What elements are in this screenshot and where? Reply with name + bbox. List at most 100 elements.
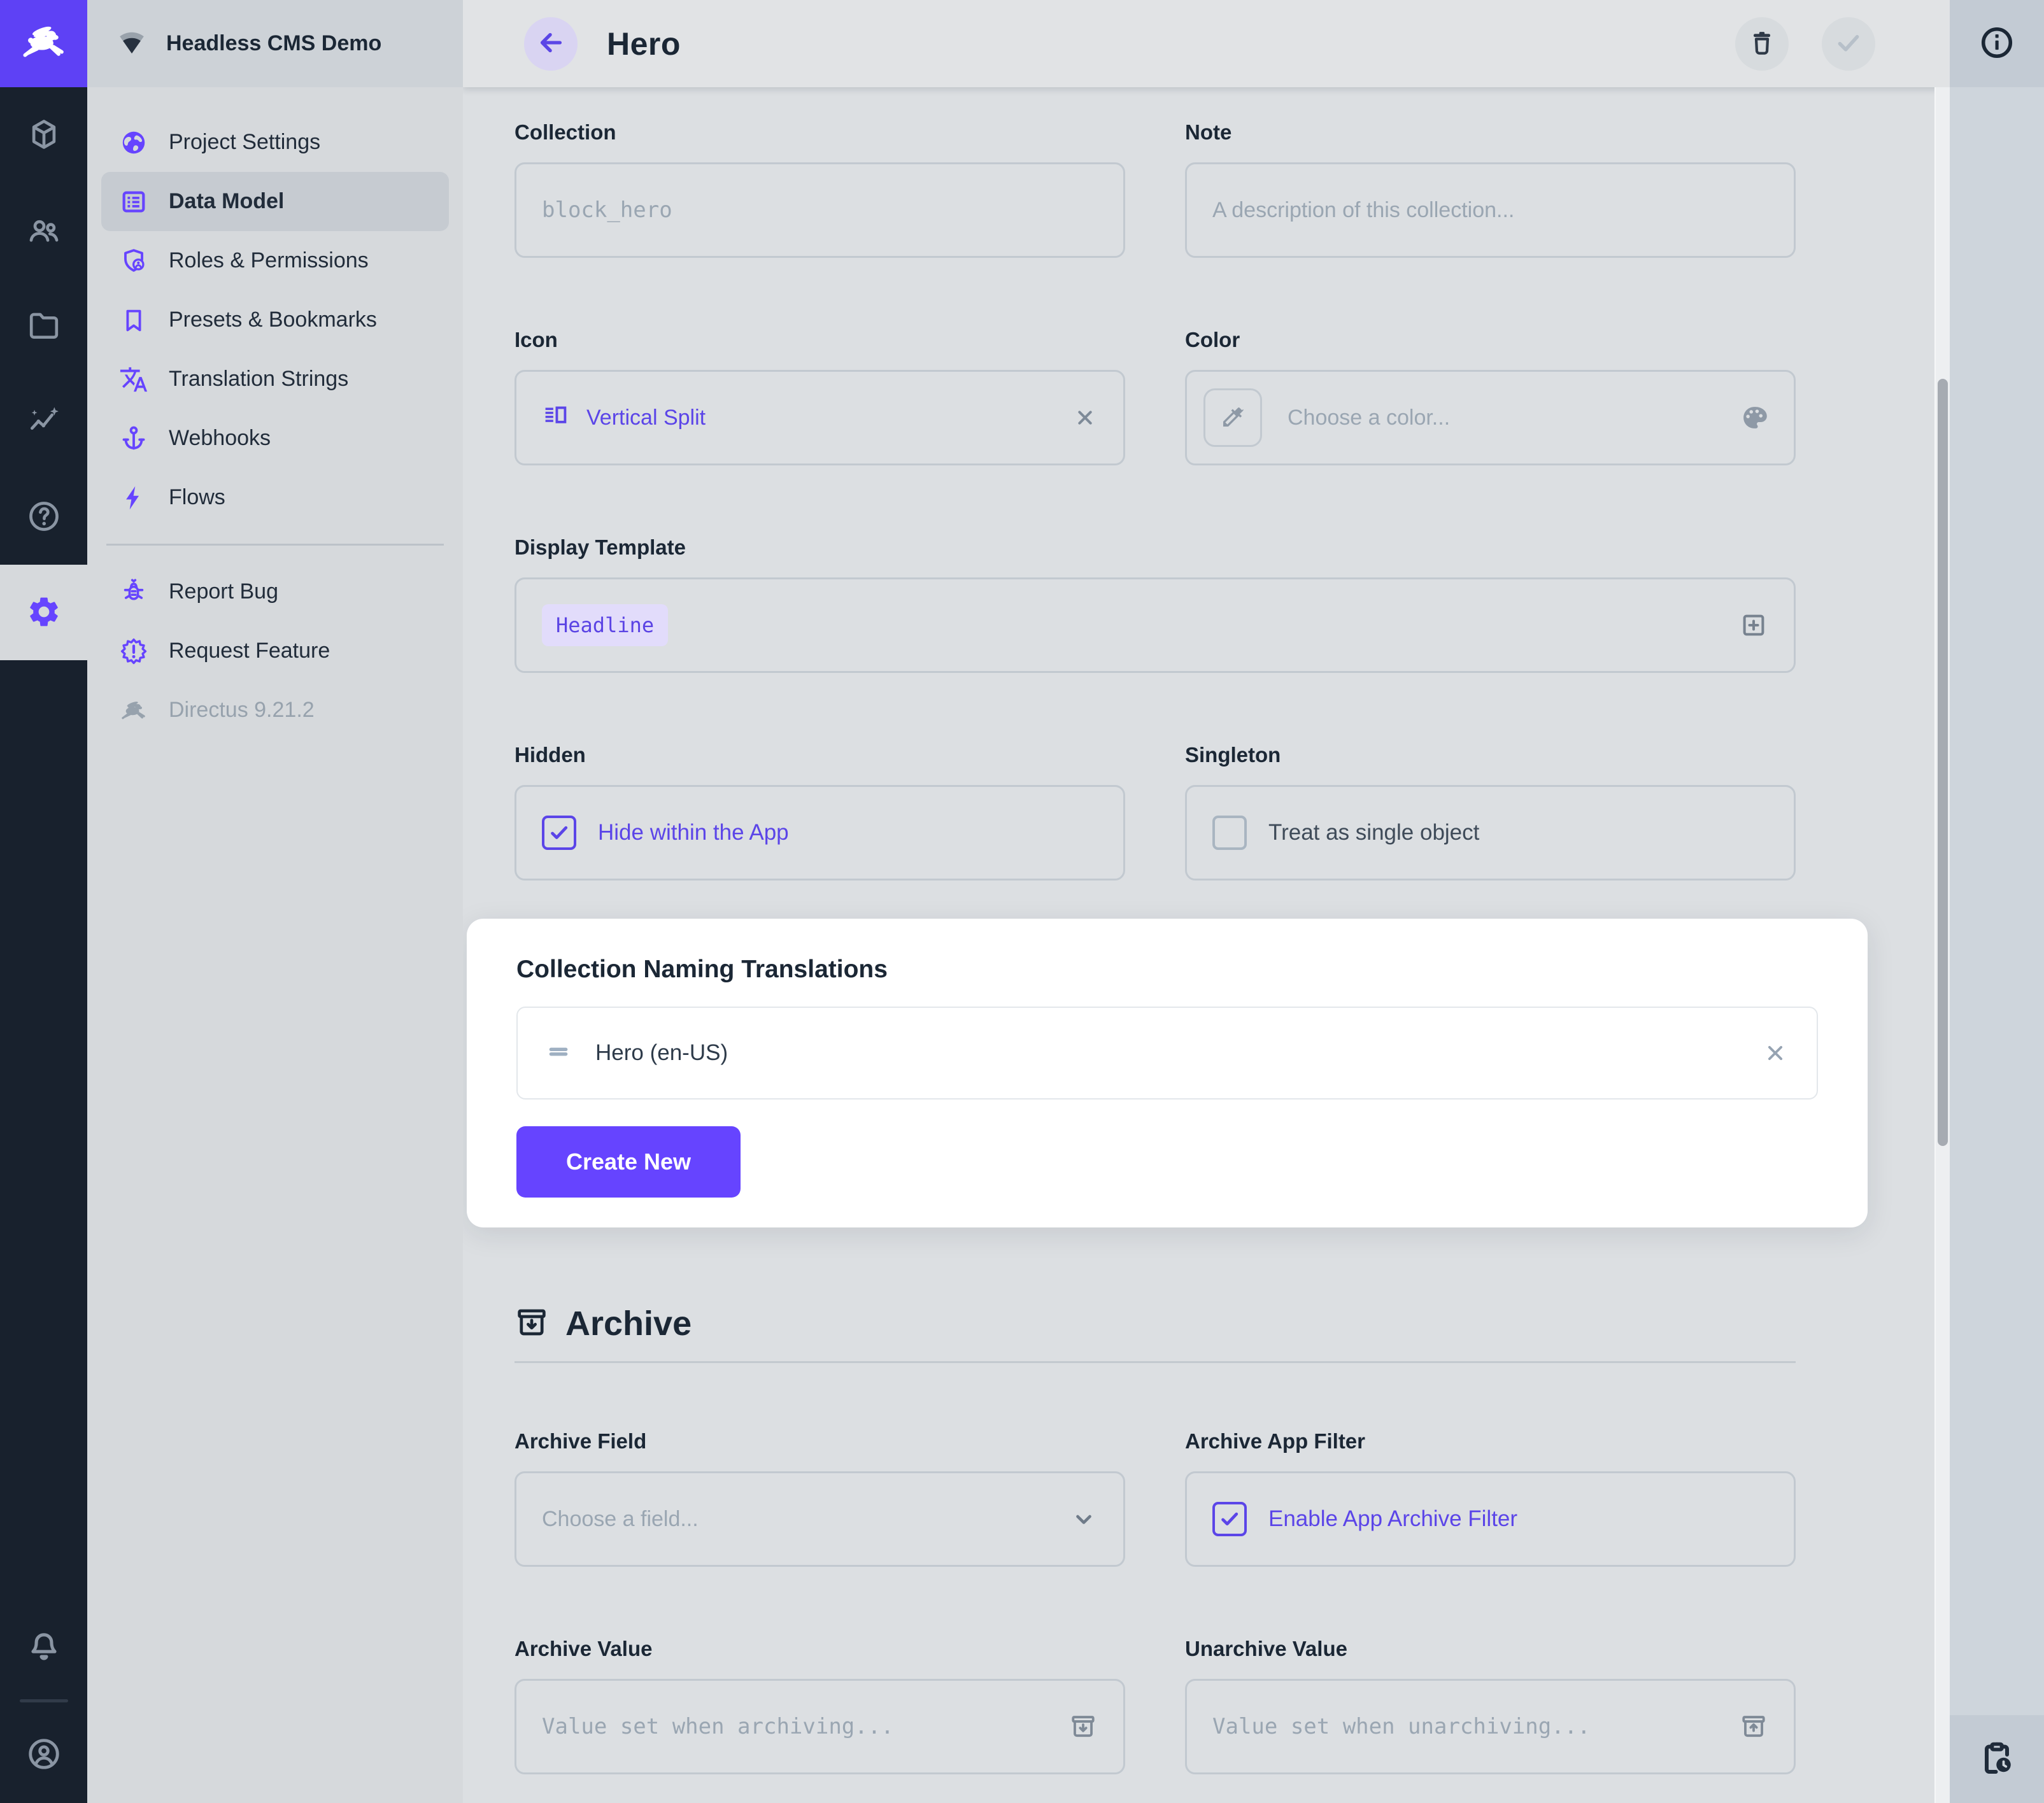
archive-field-input[interactable] <box>542 1507 1052 1532</box>
nav-item-translation-strings[interactable]: Translation Strings <box>101 350 449 409</box>
nav-item-data-model[interactable]: Data Model <box>101 172 449 231</box>
nav-item-webhooks[interactable]: Webhooks <box>101 409 449 468</box>
module-content-button[interactable] <box>0 87 87 183</box>
palette-icon[interactable] <box>1740 404 1768 432</box>
color-label: Color <box>1185 328 1796 353</box>
singleton-label: Singleton <box>1185 743 1796 768</box>
project-header[interactable]: Headless CMS Demo <box>87 0 463 87</box>
archive-section-divider <box>515 1361 1796 1363</box>
delete-collection-button[interactable] <box>1735 17 1789 71</box>
nav-divider <box>106 544 444 546</box>
nav-item-flows[interactable]: Flows <box>101 468 449 527</box>
archive-app-filter-checkbox-label: Enable App Archive Filter <box>1268 1506 1517 1532</box>
archive-section-title: Archive <box>565 1304 692 1343</box>
row-display-template: Display Template Headline <box>515 535 1796 673</box>
display-template-input[interactable]: Headline <box>515 577 1796 673</box>
translation-row[interactable]: Hero (en-US) <box>516 1007 1818 1099</box>
nav-item-roles-permissions[interactable]: Roles & Permissions <box>101 231 449 290</box>
wifi-signal-icon <box>117 27 147 60</box>
archive-value-wrap <box>515 1679 1125 1774</box>
color-input[interactable] <box>1288 406 1722 430</box>
notifications-button[interactable] <box>0 1602 87 1692</box>
new-releases-icon <box>119 637 148 666</box>
archive-field-label: Archive Field <box>515 1429 1125 1455</box>
chevron-down-icon <box>1070 1505 1098 1533</box>
field-archive-app-filter: Archive App Filter Enable App Archive Fi… <box>1185 1429 1796 1567</box>
clear-icon-button[interactable] <box>1072 405 1098 430</box>
nav-item-label: Roles & Permissions <box>169 248 369 273</box>
add-box-icon[interactable] <box>1739 611 1768 640</box>
insights-icon <box>26 403 62 441</box>
checkbox-unchecked-icon <box>1212 816 1247 850</box>
display-template-label: Display Template <box>515 535 1796 561</box>
archive-app-filter-wrap: Enable App Archive Filter <box>1185 1471 1796 1567</box>
color-swatch-button[interactable] <box>1203 388 1262 447</box>
field-collection: Collection <box>515 120 1125 258</box>
note-label: Note <box>1185 120 1796 146</box>
nav-item-presets-bookmarks[interactable]: Presets & Bookmarks <box>101 290 449 350</box>
info-icon <box>1978 24 2015 63</box>
help-icon <box>26 498 62 536</box>
trash-icon <box>1747 28 1777 59</box>
gear-icon <box>26 594 62 632</box>
module-help-button[interactable] <box>0 469 87 565</box>
archive-field-select[interactable] <box>515 1471 1125 1567</box>
module-insights-button[interactable] <box>0 374 87 469</box>
save-button[interactable] <box>1822 17 1875 71</box>
rabbit-icon <box>119 698 148 723</box>
nav-item-label: Project Settings <box>169 130 320 155</box>
hidden-input-wrap: Hide within the App <box>515 785 1125 880</box>
unarchive-icon[interactable] <box>1739 1712 1768 1741</box>
module-users-button[interactable] <box>0 183 87 278</box>
drag-handle-icon[interactable] <box>546 1039 571 1068</box>
archive-section-icon <box>515 1305 549 1343</box>
nav-item-request-feature[interactable]: Request Feature <box>101 621 449 681</box>
archive-app-filter-label: Archive App Filter <box>1185 1429 1796 1455</box>
hidden-checkbox[interactable]: Hide within the App <box>542 816 789 850</box>
module-settings-button[interactable] <box>0 565 87 660</box>
note-input[interactable] <box>1212 198 1768 223</box>
back-button[interactable] <box>524 17 578 71</box>
scrollbar-track[interactable] <box>1934 87 1950 1803</box>
remove-translation-button[interactable] <box>1762 1040 1789 1066</box>
unarchive-value-wrap <box>1185 1679 1796 1774</box>
bolt-icon <box>119 483 148 513</box>
clipboard-clock-icon <box>1978 1739 2016 1779</box>
revisions-button[interactable] <box>1978 1739 2016 1779</box>
archive-value-input[interactable] <box>542 1714 1051 1739</box>
field-hidden: Hidden Hide within the App <box>515 743 1125 880</box>
right-sidebar-strip <box>1950 0 2044 1803</box>
archive-app-filter-checkbox[interactable]: Enable App Archive Filter <box>1212 1502 1517 1536</box>
row-hidden-singleton: Hidden Hide within the App Singleton <box>515 743 1796 880</box>
nav-item-label: Webhooks <box>169 426 271 451</box>
list-alt-icon <box>119 187 148 216</box>
info-sidebar-button[interactable] <box>1978 24 2015 63</box>
scrollbar-thumb[interactable] <box>1938 379 1948 1146</box>
singleton-checkbox[interactable]: Treat as single object <box>1212 816 1479 850</box>
collection-input[interactable] <box>542 197 1098 223</box>
anchor-icon <box>119 424 148 453</box>
unarchive-value-input[interactable] <box>1212 1714 1721 1739</box>
page-title: Hero <box>607 25 681 62</box>
module-files-button[interactable] <box>0 278 87 374</box>
field-note: Note <box>1185 120 1796 258</box>
nav-item-report-bug[interactable]: Report Bug <box>101 562 449 621</box>
nav-item-label: Report Bug <box>169 579 278 604</box>
cube-icon <box>26 117 62 154</box>
user-avatar-button[interactable] <box>0 1710 87 1799</box>
icon-label: Icon <box>515 328 1125 353</box>
archive-icon[interactable] <box>1068 1712 1098 1741</box>
icon-value: Vertical Split <box>586 406 706 430</box>
field-display-template: Display Template Headline <box>515 535 1796 673</box>
translation-row-label: Hero (en-US) <box>595 1040 728 1066</box>
version-label: Directus 9.21.2 <box>169 698 315 723</box>
module-bar <box>0 0 87 1803</box>
directus-logo[interactable] <box>0 0 87 87</box>
field-unarchive-value: Unarchive Value <box>1185 1637 1796 1774</box>
icon-select[interactable]: Vertical Split <box>515 370 1125 465</box>
template-chip-headline[interactable]: Headline <box>542 604 668 646</box>
collection-settings-content: Collection Note Icon <box>463 87 1950 1803</box>
nav-item-project-settings[interactable]: Project Settings <box>101 113 449 172</box>
rabbit-logo-icon <box>17 21 71 66</box>
create-new-button[interactable]: Create New <box>516 1126 741 1198</box>
